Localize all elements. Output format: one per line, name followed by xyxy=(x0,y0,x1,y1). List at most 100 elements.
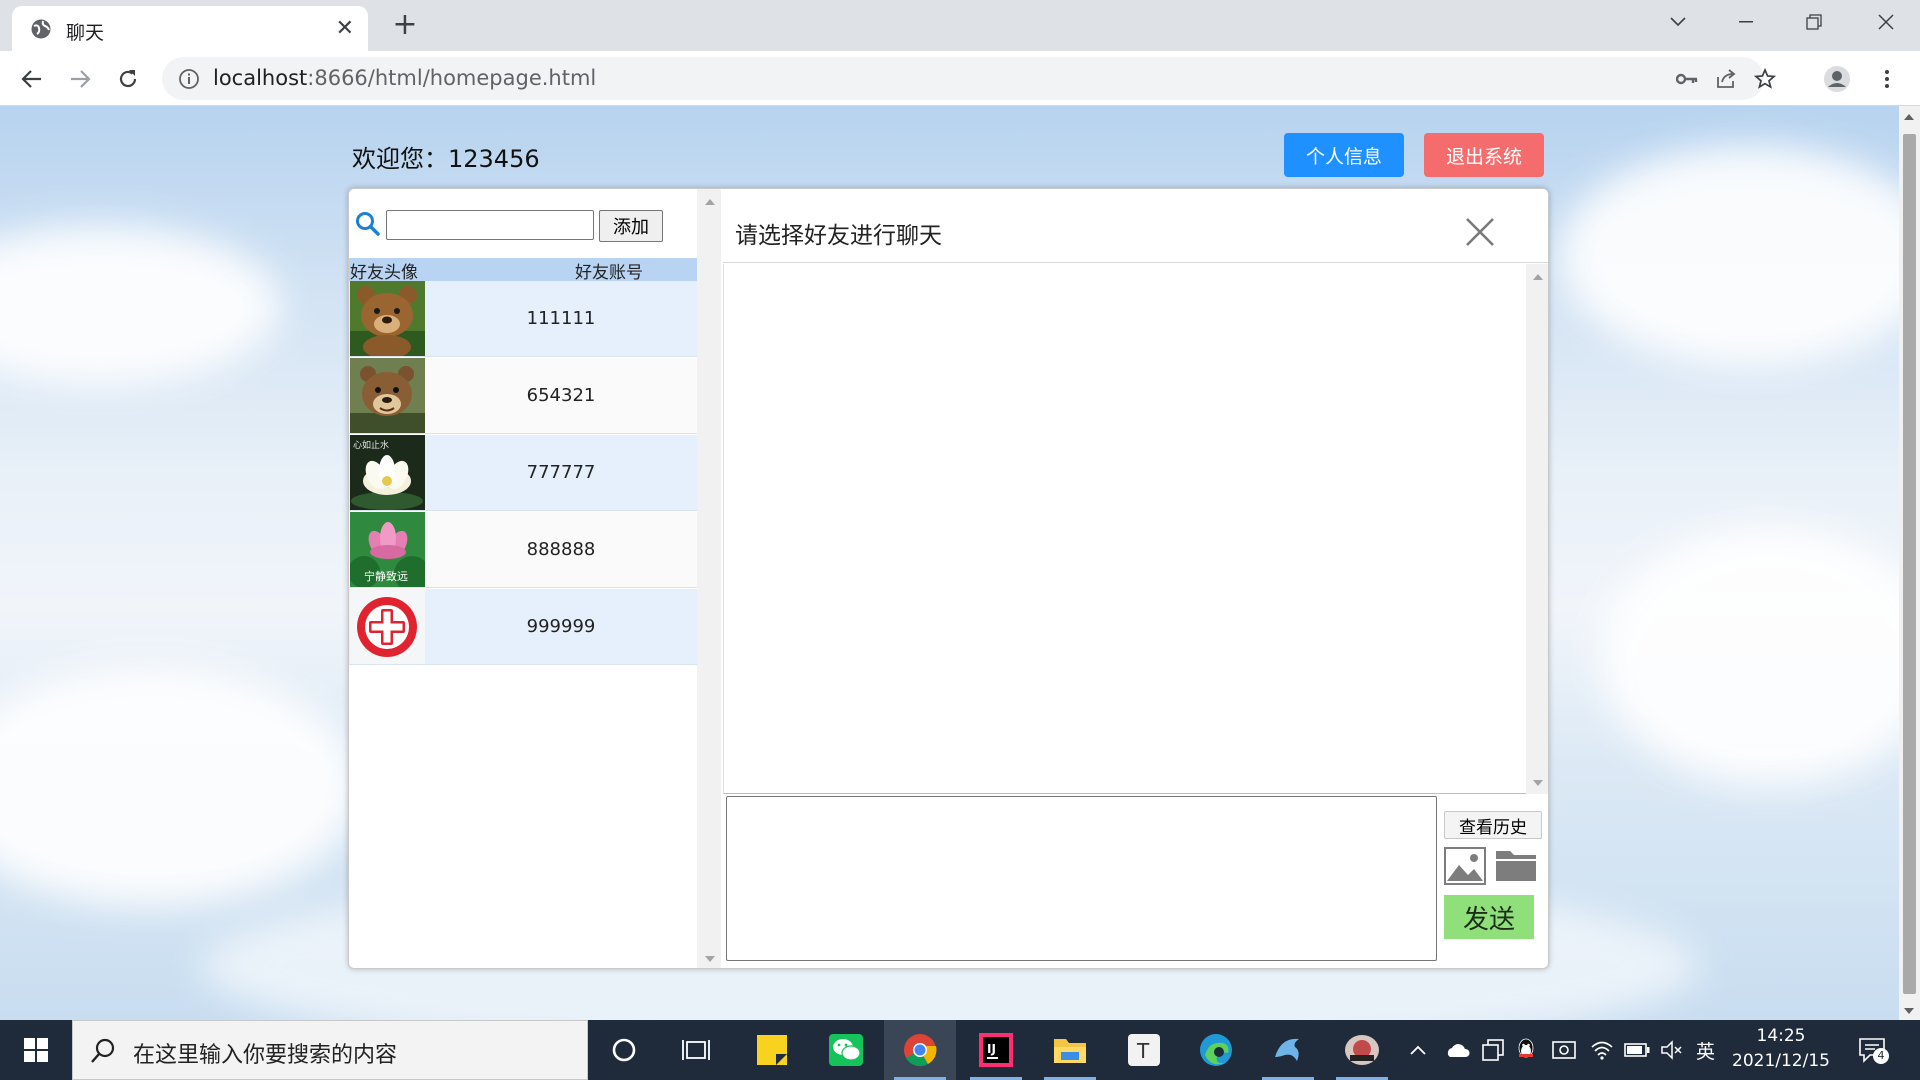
volume-muted-icon[interactable] xyxy=(1660,1038,1684,1062)
battery-icon[interactable] xyxy=(1624,1038,1650,1062)
friend-account: 654321 xyxy=(526,385,596,406)
minimize-icon[interactable] xyxy=(1712,0,1780,44)
file-explorer-icon[interactable] xyxy=(1034,1020,1106,1080)
profile-avatar-icon[interactable] xyxy=(1818,60,1856,98)
share-icon[interactable] xyxy=(1713,66,1739,92)
svg-text:IJ: IJ xyxy=(987,1042,996,1056)
site-info-icon[interactable] xyxy=(178,68,200,90)
friend-list-pane: 添加 好友头像 好友账号 111111 654321 心如止水 777777 宁… xyxy=(349,189,721,968)
friend-avatar: 心如止水 xyxy=(350,435,425,510)
globe-icon xyxy=(31,19,51,39)
column-header-account: 好友账号 xyxy=(575,263,643,283)
onedrive-icon[interactable] xyxy=(1444,1038,1470,1062)
search-icon xyxy=(91,1038,115,1063)
bear-cartoon-icon xyxy=(350,358,425,433)
scroll-up-arrow-icon[interactable] xyxy=(1904,114,1914,120)
background-cloud xyxy=(1600,526,1899,786)
back-arrow-icon[interactable] xyxy=(13,60,51,98)
taskbar-search-placeholder: 在这里输入你要搜索的内容 xyxy=(133,1043,398,1068)
background-cloud xyxy=(0,666,360,906)
friend-avatar xyxy=(350,358,425,433)
menu-kebab-icon[interactable] xyxy=(1868,60,1906,98)
image-upload-icon[interactable] xyxy=(1444,847,1486,885)
logout-button[interactable]: 退出系统 xyxy=(1424,133,1544,177)
task-view-icon[interactable] xyxy=(660,1020,732,1080)
wechat-icon[interactable] xyxy=(810,1020,882,1080)
notification-center-icon[interactable]: 4 xyxy=(1856,1034,1890,1068)
screen-capture-icon[interactable] xyxy=(1552,1038,1576,1062)
friend-row[interactable]: 999999 xyxy=(349,589,697,665)
address-bar[interactable]: localhost:8666/html/homepage.html xyxy=(162,57,1776,100)
friend-avatar xyxy=(350,281,425,356)
view-history-button[interactable]: 查看历史 xyxy=(1444,811,1542,839)
scroll-down-arrow-icon[interactable] xyxy=(1533,780,1543,786)
welcome-text: 欢迎您：123456 xyxy=(352,145,540,173)
friend-list-header: 好友头像 好友账号 xyxy=(349,258,697,283)
scrollbar-thumb[interactable] xyxy=(1903,134,1916,994)
chat-panel: 添加 好友头像 好友账号 111111 654321 心如止水 777777 宁… xyxy=(348,188,1549,969)
friend-account: 777777 xyxy=(526,462,596,483)
chat-header: 请选择好友进行聊天 xyxy=(723,189,1548,263)
cortana-icon[interactable] xyxy=(588,1020,660,1080)
folder-icon[interactable] xyxy=(1494,847,1538,883)
profile-button[interactable]: 个人信息 xyxy=(1284,133,1404,177)
friend-row[interactable]: 111111 xyxy=(349,281,697,357)
clock-time: 14:25 xyxy=(1756,1026,1806,1046)
restore-icon[interactable] xyxy=(1780,0,1848,44)
close-window-icon[interactable] xyxy=(1852,0,1920,44)
qq-penguin-icon[interactable] xyxy=(1516,1038,1536,1062)
intellij-idea-icon[interactable]: IJ xyxy=(960,1020,1032,1080)
send-button[interactable]: 发送 xyxy=(1444,895,1534,939)
friend-account: 999999 xyxy=(526,616,596,637)
friend-account: 111111 xyxy=(526,308,596,329)
tab-close-icon[interactable]: ✕ xyxy=(336,16,354,41)
friend-row[interactable]: 心如止水 777777 xyxy=(349,435,697,511)
svg-text:T: T xyxy=(1136,1039,1150,1063)
chat-messages-area[interactable] xyxy=(723,264,1548,794)
avatar-caption: 心如止水 xyxy=(353,441,390,451)
friend-search-input[interactable] xyxy=(386,210,594,240)
wifi-icon[interactable] xyxy=(1590,1038,1614,1062)
friend-row[interactable]: 654321 xyxy=(349,358,697,434)
scroll-up-arrow-icon[interactable] xyxy=(1533,274,1543,280)
taskbar: 在这里输入你要搜索的内容 IJ T 英 14:25 2021/12/15 4 xyxy=(0,1020,1920,1080)
scroll-down-arrow-icon[interactable] xyxy=(705,956,715,962)
chat-scrollbar[interactable] xyxy=(1526,264,1548,794)
browser-tab[interactable]: 聊天 ✕ xyxy=(12,6,368,51)
reload-icon[interactable] xyxy=(109,60,147,98)
search-icon xyxy=(356,212,380,236)
typora-icon[interactable]: T xyxy=(1108,1020,1180,1080)
friend-account: 888888 xyxy=(526,539,596,560)
scroll-up-arrow-icon[interactable] xyxy=(705,199,715,205)
tray-overflow-chevron-icon[interactable] xyxy=(1410,1038,1426,1062)
page-viewport: 欢迎您：123456 个人信息 退出系统 添加 好友头像 好友账号 111111… xyxy=(0,106,1899,1020)
friend-avatar xyxy=(350,589,425,664)
browser-toolbar: localhost:8666/html/homepage.html xyxy=(0,51,1920,106)
forward-arrow-icon[interactable] xyxy=(61,60,99,98)
background-cloud xyxy=(0,226,280,386)
message-input[interactable] xyxy=(726,796,1437,961)
friend-avatar: 宁静致远 xyxy=(350,512,425,587)
new-tab-button[interactable]: + xyxy=(388,6,422,44)
ime-language-indicator[interactable]: 英 xyxy=(1696,1038,1715,1063)
add-friend-button[interactable]: 添加 xyxy=(599,210,663,242)
friend-list-scrollbar[interactable] xyxy=(697,189,721,968)
multi-window-icon[interactable] xyxy=(1482,1038,1504,1062)
scroll-down-arrow-icon[interactable] xyxy=(1904,1008,1914,1014)
edge-icon[interactable] xyxy=(1180,1020,1252,1080)
bookmark-star-icon[interactable] xyxy=(1752,66,1778,92)
page-scrollbar[interactable] xyxy=(1899,106,1920,1020)
red-cross-icon xyxy=(350,589,425,664)
windows-start-icon[interactable] xyxy=(0,1020,72,1080)
dolphin-app-icon[interactable] xyxy=(1252,1020,1324,1080)
close-chat-icon[interactable] xyxy=(1463,215,1497,249)
sticky-notes-icon[interactable] xyxy=(736,1020,808,1080)
taskbar-search-box[interactable]: 在这里输入你要搜索的内容 xyxy=(72,1020,588,1080)
taskbar-clock[interactable]: 14:25 2021/12/15 xyxy=(1726,1024,1836,1074)
friend-row[interactable]: 宁静致远 888888 xyxy=(349,512,697,588)
tab-title: 聊天 xyxy=(66,22,105,44)
avatar-app-icon[interactable] xyxy=(1326,1020,1398,1080)
key-icon[interactable] xyxy=(1674,66,1700,92)
chrome-icon[interactable] xyxy=(884,1020,956,1080)
tab-search-chevron-icon[interactable] xyxy=(1644,0,1712,44)
